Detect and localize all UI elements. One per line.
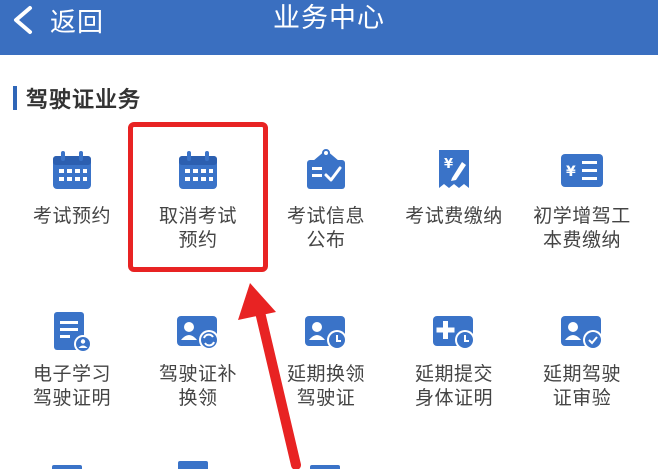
annotation-arrow [238,283,301,469]
